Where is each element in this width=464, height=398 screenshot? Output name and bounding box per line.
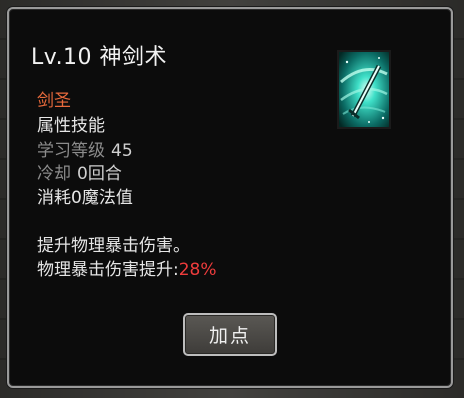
description-line-1: 提升物理暴击伤害。 xyxy=(37,236,190,256)
cooldown-row: 冷却 0回合 xyxy=(37,166,122,183)
learn-level-value: 45 xyxy=(111,141,133,161)
learn-level-row: 学习等级 45 xyxy=(37,143,133,160)
mana-cost: 消耗0魔法值 xyxy=(37,188,133,208)
class-name: 剑圣 xyxy=(37,91,71,111)
skill-title: Lv.10 神剑术 xyxy=(31,45,168,70)
crit-damage-value: 28% xyxy=(178,260,217,280)
crit-damage-label: 物理暴击伤害提升: xyxy=(37,260,179,280)
cooldown-label: 冷却 xyxy=(37,164,71,184)
description-line-2: 物理暴击伤害提升:28% xyxy=(37,262,217,279)
cooldown-value: 0回合 xyxy=(77,164,122,184)
learn-level-label: 学习等级 xyxy=(37,141,105,161)
add-point-button[interactable]: 加点 xyxy=(183,313,277,356)
skill-type: 属性技能 xyxy=(37,116,105,136)
sword-slash-icon xyxy=(337,50,391,129)
